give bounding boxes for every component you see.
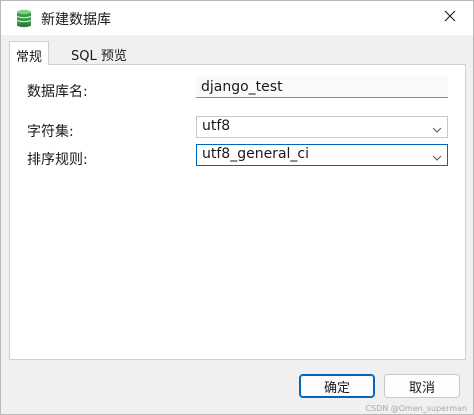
charset-select[interactable]: utf8 <box>196 116 448 138</box>
cancel-button[interactable]: 取消 <box>384 374 460 398</box>
chevron-down-icon <box>432 151 442 161</box>
tab-bar: 常规 SQL 预览 <box>1 35 473 65</box>
charset-value: utf8 <box>202 118 231 134</box>
database-icon <box>14 8 34 28</box>
new-database-dialog: 新建数据库 常规 SQL 预览 数据库名: 字符集: utf8 排序规则: <box>0 0 474 415</box>
title-bar: 新建数据库 <box>1 1 473 35</box>
collation-select[interactable]: utf8_general_ci <box>196 144 448 166</box>
collation-value: utf8_general_ci <box>202 146 309 162</box>
close-button[interactable] <box>427 1 473 35</box>
collation-label: 排序规则: <box>27 152 88 168</box>
tab-general[interactable]: 常规 <box>9 41 50 65</box>
close-icon <box>444 10 456 26</box>
chevron-down-icon <box>432 123 442 133</box>
window-title: 新建数据库 <box>41 12 111 28</box>
tab-sql-preview[interactable]: SQL 预览 <box>65 41 133 65</box>
general-panel: 数据库名: 字符集: utf8 排序规则: utf8_general_ci <box>9 64 466 360</box>
watermark: CSDN @Omen_superman <box>365 404 467 413</box>
database-name-label: 数据库名: <box>27 84 88 100</box>
database-name-input[interactable] <box>196 76 448 98</box>
charset-label: 字符集: <box>27 124 74 140</box>
ok-button[interactable]: 确定 <box>299 374 375 398</box>
